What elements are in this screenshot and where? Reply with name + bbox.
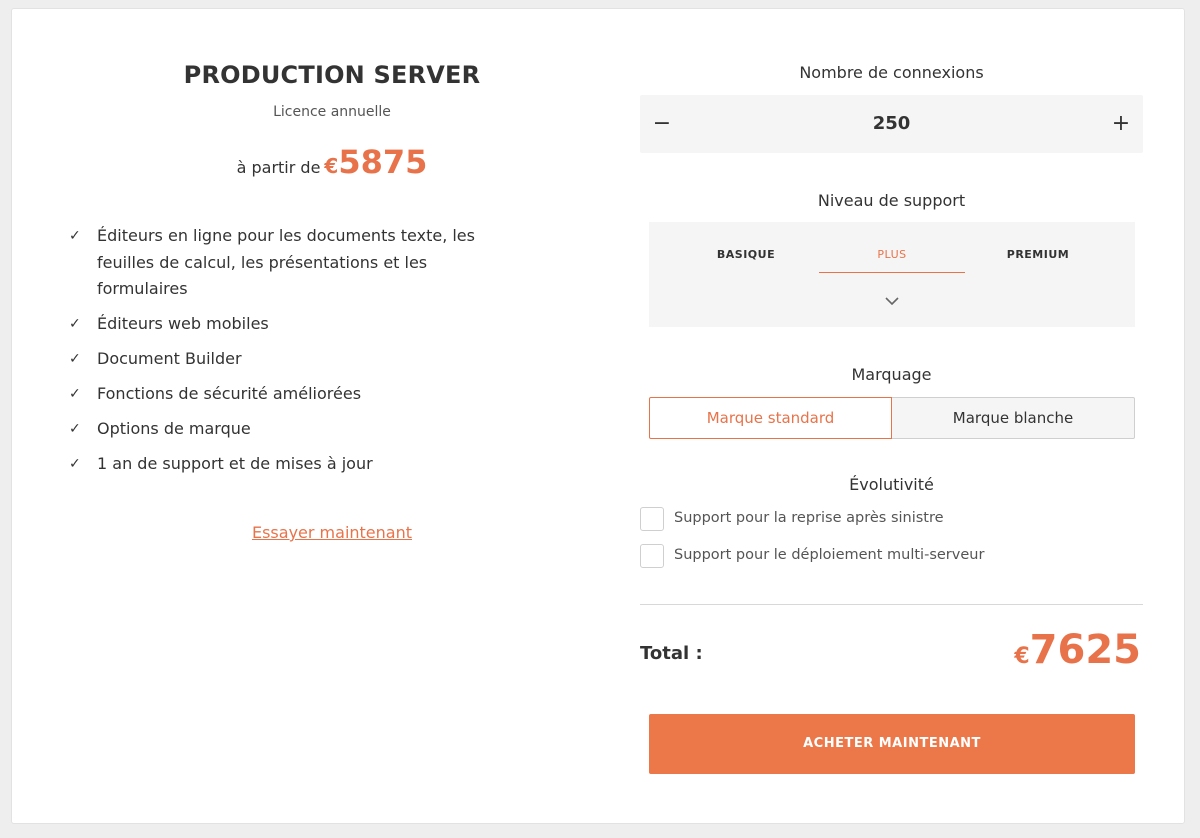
check-icon: ✓	[69, 351, 81, 367]
connections-stepper: − 250 +	[640, 95, 1143, 153]
total-price: €7625	[1014, 627, 1141, 673]
divider	[640, 604, 1143, 605]
multi-server-checkbox[interactable]	[640, 544, 664, 568]
feature-text: 1 an de support et de mises à jour	[97, 454, 373, 473]
total-label: Total :	[640, 643, 703, 664]
feature-item: ✓ Fonctions de sécurité améliorées	[67, 381, 487, 408]
feature-text: Fonctions de sécurité améliorées	[97, 384, 362, 403]
price-prefix: à partir de	[236, 158, 321, 177]
support-option-premium[interactable]: PREMIUM	[965, 244, 1111, 272]
feature-list: ✓ Éditeurs en ligne pour les documents te…	[67, 223, 487, 486]
buy-now-button[interactable]: ACHETER MAINTENANT	[649, 714, 1135, 774]
connections-label: Nombre de connexions	[799, 63, 984, 82]
support-option-plus[interactable]: PLUS	[819, 244, 965, 273]
feature-item: ✓ Document Builder	[67, 346, 487, 373]
license-subtitle: Licence annuelle	[273, 104, 391, 120]
price-amount: 5875	[338, 143, 428, 181]
increment-button[interactable]: +	[1101, 95, 1141, 153]
price-currency: €	[324, 154, 339, 178]
feature-text: Éditeurs en ligne pour les documents tex…	[97, 226, 475, 298]
scalability-label: Évolutivité	[849, 475, 934, 494]
disaster-recovery-label: Support pour la reprise après sinistre	[674, 510, 944, 526]
connections-value[interactable]: 250	[700, 95, 1083, 153]
branding-option-standard[interactable]: Marque standard	[649, 397, 892, 439]
feature-item: ✓ Éditeurs en ligne pour les documents te…	[67, 223, 487, 303]
check-icon: ✓	[69, 228, 81, 244]
disaster-recovery-option[interactable]: Support pour la reprise après sinistre	[640, 507, 1120, 533]
product-title: PRODUCTION SERVER	[183, 61, 481, 89]
feature-text: Options de marque	[97, 419, 251, 438]
check-icon: ✓	[69, 421, 81, 437]
check-icon: ✓	[69, 316, 81, 332]
pricing-card: PRODUCTION SERVER Licence annuelle à par…	[11, 8, 1185, 824]
total-currency: €	[1014, 644, 1030, 669]
feature-text: Éditeurs web mobiles	[97, 314, 269, 333]
disaster-recovery-checkbox[interactable]	[640, 507, 664, 531]
branding-option-white-label[interactable]: Marque blanche	[892, 397, 1135, 439]
starting-price: à partir de €5875	[44, 143, 620, 181]
feature-item: ✓ Options de marque	[67, 416, 487, 443]
feature-text: Document Builder	[97, 349, 242, 368]
support-level-label: Niveau de support	[817, 191, 966, 210]
feature-item: ✓ Éditeurs web mobiles	[67, 311, 487, 338]
total-amount: 7625	[1029, 627, 1141, 673]
multi-server-label: Support pour le déploiement multi-serveu…	[674, 547, 985, 563]
feature-item: ✓ 1 an de support et de mises à jour	[67, 451, 487, 478]
chevron-down-icon[interactable]	[882, 294, 902, 308]
branding-selector: Marque standard Marque blanche	[649, 397, 1135, 439]
check-icon: ✓	[69, 386, 81, 402]
multi-server-option[interactable]: Support pour le déploiement multi-serveu…	[640, 544, 1120, 570]
decrement-button[interactable]: −	[642, 95, 682, 153]
support-level-selector: BASIQUE PLUS PREMIUM	[649, 222, 1135, 327]
support-option-basique[interactable]: BASIQUE	[673, 244, 819, 272]
branding-label: Marquage	[851, 365, 932, 384]
try-now-link[interactable]: Essayer maintenant	[44, 523, 620, 542]
check-icon: ✓	[69, 456, 81, 472]
